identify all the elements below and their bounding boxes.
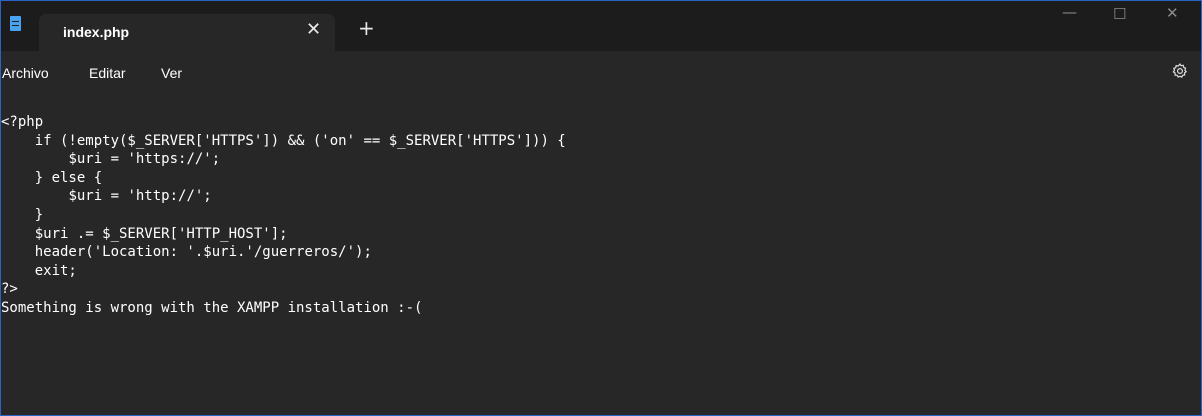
menu-archivo[interactable]: Archivo [2, 65, 49, 81]
code-line: if (!empty($_SERVER['HTTPS']) && ('on' =… [1, 132, 566, 149]
menu-ver[interactable]: Ver [161, 65, 182, 81]
code-line: } [1, 206, 44, 223]
menu-bar: Archivo Editar Ver [1, 51, 1201, 95]
text-editor-area[interactable]: <?php if (!empty($_SERVER['HTTPS']) && (… [1, 95, 1201, 415]
code-line: $uri .= $_SERVER['HTTP_HOST']; [1, 225, 288, 242]
notepad-window: index.php ✕ + — ☐ ✕ Archivo Editar Ver <… [0, 0, 1202, 416]
code-line: $uri = 'http://'; [1, 188, 212, 205]
minimize-button[interactable]: — [1062, 3, 1077, 21]
code-line: ?> [1, 281, 18, 298]
tab-title: index.php [63, 24, 130, 40]
tab-close-icon[interactable]: ✕ [306, 19, 321, 40]
code-line: exit; [1, 262, 77, 279]
code-line: $uri = 'https://'; [1, 151, 221, 168]
maximize-button[interactable]: ☐ [1113, 5, 1126, 23]
new-tab-button[interactable]: + [358, 18, 375, 38]
close-window-button[interactable]: ✕ [1166, 4, 1179, 22]
code-line: } else { [1, 169, 103, 186]
code-line: Something is wrong with the XAMPP instal… [1, 299, 423, 316]
tab-index-php[interactable]: index.php ✕ [39, 14, 335, 51]
menu-editar[interactable]: Editar [89, 65, 126, 81]
gear-icon[interactable] [1171, 62, 1189, 80]
code-line: header('Location: '.$uri.'/guerreros/'); [1, 244, 372, 261]
code-line: <?php [1, 114, 44, 130]
title-bar: index.php ✕ + — ☐ ✕ [1, 1, 1201, 51]
notepad-app-icon [10, 16, 21, 31]
editor-content: <?php if (!empty($_SERVER['HTTPS']) && (… [1, 113, 1201, 318]
